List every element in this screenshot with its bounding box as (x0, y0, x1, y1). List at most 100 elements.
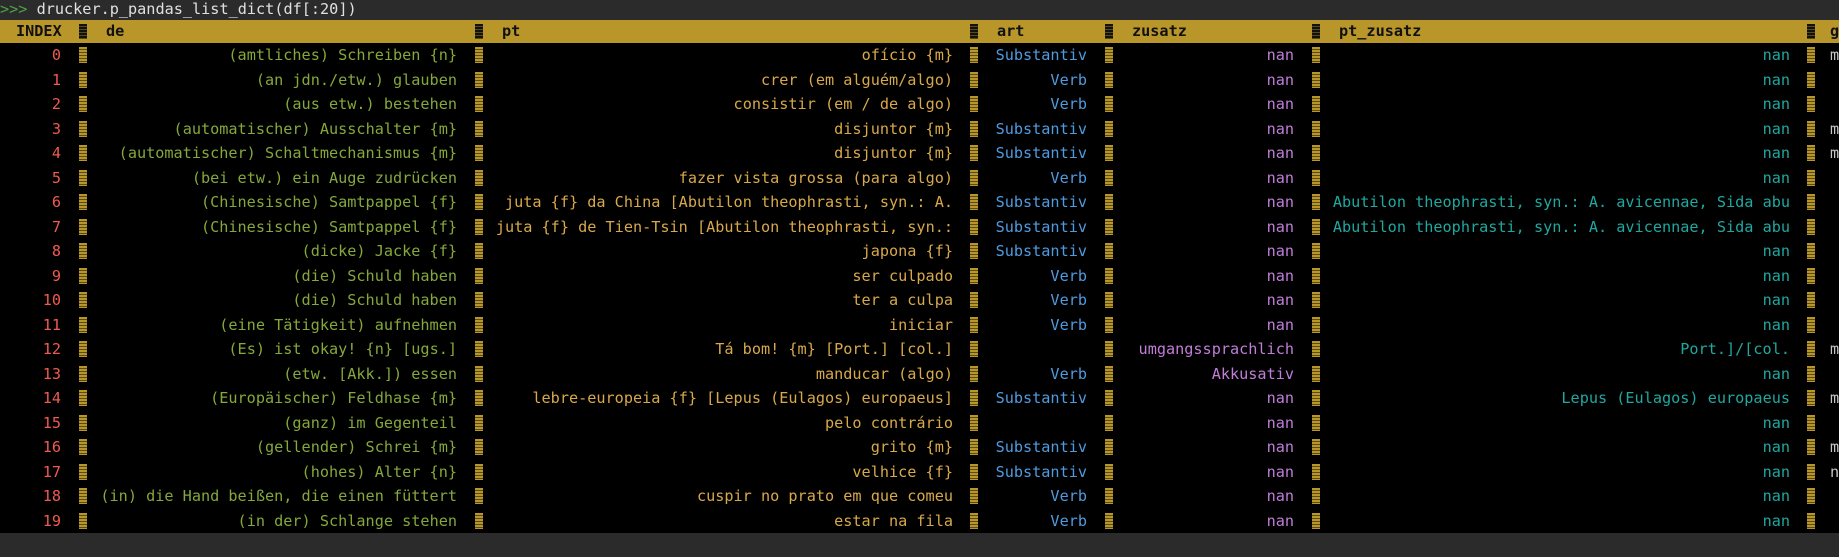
column-separator (1105, 439, 1113, 455)
cell-de: (die) Schuld haben (292, 266, 457, 285)
cell-index: 7 (51, 217, 61, 236)
cell-pt-zusatz: nan (1762, 144, 1790, 162)
cell-art: Substantiv (995, 217, 1087, 236)
cell-de: (gellender) Schrei {m} (255, 438, 457, 456)
cell-g: m (1830, 438, 1839, 456)
column-separator (1105, 292, 1113, 308)
cell-zusatz: nan (1266, 168, 1294, 187)
cell-art: Substantiv (995, 119, 1087, 138)
cell-zusatz: nan (1266, 389, 1294, 407)
cell-pt: estar na fila (834, 511, 953, 530)
cell-pt-zusatz: Port.]/[col. (1680, 340, 1790, 358)
column-separator (1105, 414, 1113, 431)
cell-index: 3 (51, 119, 61, 138)
column-separator (1105, 512, 1113, 529)
column-separator (79, 390, 87, 406)
column-separator (79, 316, 87, 333)
cell-pt-zusatz: nan (1762, 291, 1790, 309)
cell-zusatz: nan (1266, 46, 1294, 64)
cell-pt: juta {f} da China [Abutilon theophrasti,… (504, 193, 953, 211)
cell-art (979, 411, 1087, 435)
column-separator (1312, 145, 1320, 161)
column-separator (1312, 47, 1320, 63)
cell-index: 14 (42, 389, 61, 407)
column-separator (79, 24, 87, 39)
column-separator (1105, 218, 1113, 235)
prompt-symbol: >>> (0, 0, 28, 18)
column-separator (1312, 316, 1320, 333)
column-separator (79, 120, 87, 137)
cell-pt-zusatz: nan (1762, 511, 1790, 530)
column-separator (1105, 463, 1113, 480)
column-separator (1312, 267, 1320, 284)
cell-pt-zusatz: nan (1762, 95, 1790, 113)
column-separator (1807, 243, 1815, 259)
column-separator (1105, 390, 1113, 406)
cell-art: Verb (1050, 511, 1087, 530)
column-separator (475, 243, 483, 259)
cell-pt-zusatz: Abutilon theophrasti, syn.: A. avicennae… (1332, 193, 1790, 211)
column-separator (475, 341, 483, 357)
cell-g: m (1830, 46, 1839, 64)
column-separator (79, 292, 87, 308)
cell-de: (Europäischer) Feldhase {m} (210, 389, 457, 407)
column-separator (1807, 390, 1815, 406)
column-separator (475, 47, 483, 63)
column-separator (1807, 439, 1815, 455)
column-separator (970, 218, 978, 235)
column-separator (1807, 316, 1815, 333)
cell-pt: juta {f} de Tien-Tsin [Abutilon theophra… (495, 217, 953, 236)
cell-pt-zusatz: nan (1762, 168, 1790, 187)
column-separator (1807, 47, 1815, 63)
cell-g (1830, 288, 1839, 312)
table-row: 15 (ganz) im Gegenteil pelo contrário nan na… (0, 411, 1839, 435)
cell-g (1830, 92, 1839, 116)
column-separator (1807, 169, 1815, 186)
cell-g (1830, 264, 1839, 288)
column-separator (1105, 47, 1113, 63)
cell-index: 12 (42, 340, 61, 358)
column-separator (1312, 341, 1320, 357)
column-separator (475, 71, 483, 88)
column-separator (1807, 71, 1815, 88)
table-row: 13 (etw. [Akk.]) essen manducar (algo) Verb… (0, 362, 1839, 386)
cell-pt-zusatz: nan (1762, 242, 1790, 260)
table-row: 6 (Chinesische) Samtpappel {f} juta {f} da… (0, 190, 1839, 214)
table-row: 4 (automatischer) Schaltmechanismus {m} di… (0, 141, 1839, 165)
column-separator (475, 120, 483, 137)
column-separator (970, 512, 978, 529)
column-separator (1807, 145, 1815, 161)
column-separator (475, 365, 483, 382)
column-separator (1807, 96, 1815, 112)
cell-index: 10 (42, 291, 61, 309)
column-separator (1312, 463, 1320, 480)
cell-pt: disjuntor {m} (834, 144, 953, 162)
cell-index: 5 (51, 168, 61, 187)
table-row: 11 (eine Tätigkeit) aufnehmen iniciar Verb n… (0, 313, 1839, 337)
cell-pt-zusatz: nan (1762, 70, 1790, 89)
table-row: 14 (Europäischer) Feldhase {m} lebre-europ… (0, 386, 1839, 410)
column-separator (475, 292, 483, 308)
terminal-window[interactable]: >>> drucker.p_pandas_list_dict(df[:20]) … (0, 0, 1839, 557)
column-separator (1105, 96, 1113, 112)
cell-zusatz: Akkusativ (1211, 364, 1294, 383)
column-separator (1312, 390, 1320, 406)
column-separator (1312, 96, 1320, 112)
column-separator (1105, 365, 1113, 382)
cell-de: (Es) ist okay! {n} [ugs.] (228, 340, 457, 358)
cell-pt: japona {f} (861, 242, 953, 260)
cell-art: Substantiv (995, 462, 1087, 481)
column-separator (1312, 194, 1320, 210)
cell-art: Substantiv (995, 438, 1087, 456)
cell-pt: lebre-europeia {f} [Lepus (Eulagos) euro… (532, 389, 953, 407)
header-pt: pt (502, 22, 521, 40)
cell-zusatz: umgangssprachlich (1138, 340, 1294, 358)
column-separator (1312, 365, 1320, 382)
cell-index: 17 (42, 462, 61, 481)
cell-art (979, 337, 1087, 361)
cell-art: Verb (1050, 95, 1087, 113)
cell-de: (in der) Schlange stehen (237, 511, 457, 530)
cell-g (1830, 484, 1839, 508)
column-separator (970, 96, 978, 112)
cell-zusatz: nan (1266, 511, 1294, 530)
